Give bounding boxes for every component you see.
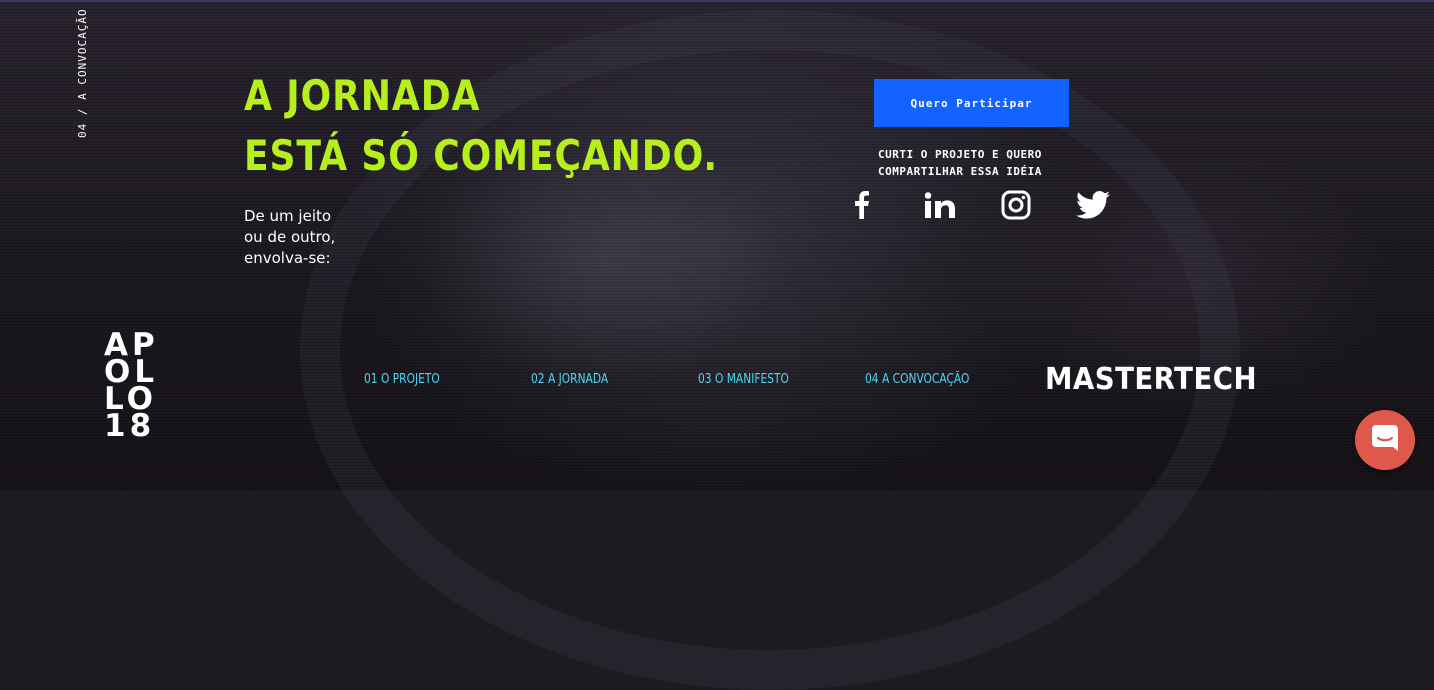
nav-link-manifesto[interactable]: 03 O MANIFESTO	[698, 372, 789, 387]
instagram-icon[interactable]	[998, 188, 1034, 222]
hero-subtext: De um jeito ou de outro, envolva-se:	[244, 206, 394, 269]
twitter-icon[interactable]	[1075, 188, 1111, 222]
headline-line-2: ESTÁ SÓ COMEÇANDO.	[244, 131, 718, 180]
share-prompt: CURTI O PROJETO E QUERO COMPARTILHAR ESS…	[878, 146, 1078, 180]
apollo-logo[interactable]: AP OL LO 18	[104, 330, 174, 444]
mastertech-logo[interactable]: MASTERTECH	[1045, 362, 1257, 397]
share-prompt-line-1: CURTI O PROJETO E QUERO	[878, 148, 1042, 161]
headline-line-1: A JORNADA	[244, 71, 481, 120]
subtext-line-2: ou de outro,	[244, 228, 336, 246]
nav-link-convocacao[interactable]: 04 A CONVOCAÇÃO	[865, 372, 969, 387]
chat-widget-button[interactable]	[1355, 410, 1415, 470]
subtext-line-3: envolva-se:	[244, 249, 331, 267]
logo-line-4: 18	[104, 408, 156, 444]
share-prompt-line-2: COMPARTILHAR ESSA IDÉIA	[878, 165, 1042, 178]
subtext-line-1: De um jeito	[244, 207, 332, 225]
participate-button[interactable]: Quero Participar	[874, 79, 1069, 127]
chat-icon	[1370, 423, 1400, 457]
top-border	[0, 0, 1434, 2]
nav-link-projeto[interactable]: 01 O PROJETO	[364, 372, 440, 387]
facebook-icon[interactable]	[844, 188, 880, 222]
hero-headline: A JORNADA ESTÁ SÓ COMEÇANDO.	[244, 66, 718, 186]
linkedin-icon[interactable]	[922, 188, 958, 222]
section-side-label: 04 / A CONVOCAÇÃO	[76, 8, 89, 138]
nav-link-jornada[interactable]: 02 A JORNADA	[531, 372, 608, 387]
